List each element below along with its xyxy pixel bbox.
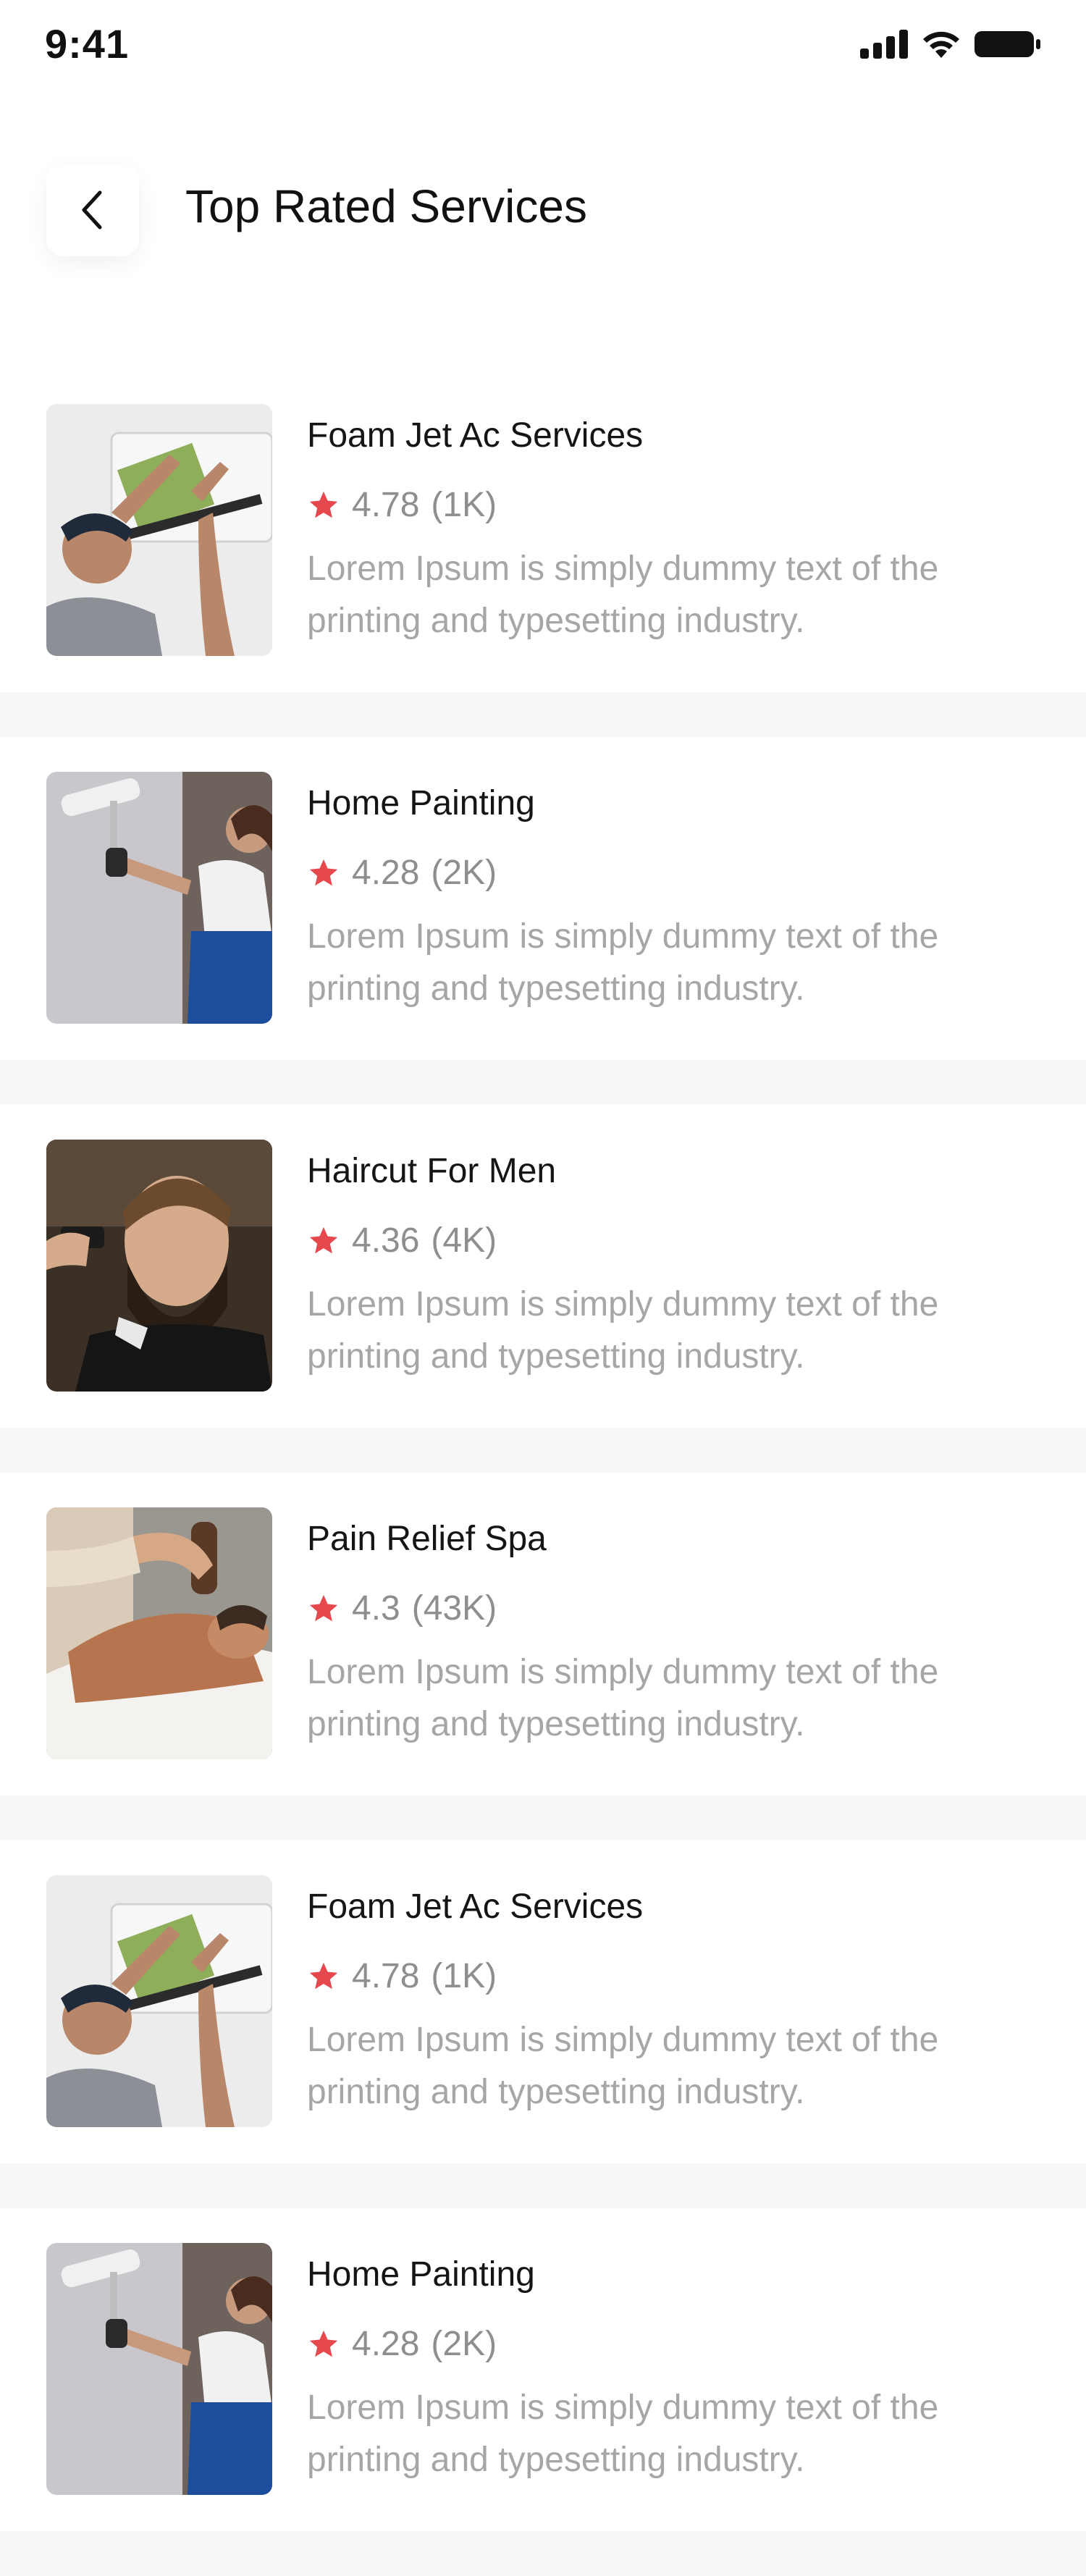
service-description: Lorem Ipsum is simply dummy text of the … (307, 1285, 939, 1376)
service-list: Foam Jet Ac Services 4.78 (1K) Lorem Ips… (0, 369, 1086, 2576)
status-time: 9:41 (45, 21, 130, 67)
rating-count: (43K) (411, 1589, 497, 1628)
service-image-ac-technician (46, 1875, 272, 2127)
service-image-massage-spa (46, 1507, 272, 1759)
service-image-painter-woman (46, 772, 272, 1024)
star-icon (309, 1962, 338, 1989)
rating-value: 4.78 (352, 486, 420, 524)
rating-value: 4.3 (352, 1589, 400, 1628)
rating-row: 4.78 (1K) (307, 485, 497, 525)
service-description: Lorem Ipsum is simply dummy text of the … (307, 550, 939, 640)
rating-value: 4.78 (352, 1957, 420, 1995)
service-image-painter-woman (46, 2243, 272, 2495)
service-card[interactable]: Pain Relief Spa 4.3 (43K) Lorem Ipsum is… (0, 1473, 1086, 1796)
back-button[interactable] (46, 164, 139, 256)
page-title: Top Rated Services (185, 180, 587, 232)
service-title: Foam Jet Ac Services (307, 1887, 644, 1926)
battery-icon (975, 31, 1040, 57)
service-title: Foam Jet Ac Services (307, 416, 644, 455)
page-header: Top Rated Services (0, 94, 1086, 369)
service-title: Home Painting (307, 2255, 535, 2294)
chevron-left-icon (82, 190, 102, 230)
rating-row: 4.28 (2K) (307, 853, 497, 893)
rating-count: (1K) (431, 1957, 497, 1995)
rating-row: 4.36 (4K) (307, 1221, 497, 1260)
service-description: Lorem Ipsum is simply dummy text of the … (307, 2388, 939, 2479)
service-title: Home Painting (307, 784, 535, 822)
service-title: Pain Relief Spa (307, 1520, 547, 1558)
service-card[interactable]: Home Painting 4.28 (2K) Lorem Ipsum is s… (0, 2208, 1086, 2531)
star-icon (309, 1226, 338, 1253)
status-icons (860, 29, 1041, 59)
star-icon (309, 859, 338, 885)
service-description: Lorem Ipsum is simply dummy text of the … (307, 2021, 939, 2111)
wifi-icon (923, 31, 959, 58)
rating-row: 4.3 (43K) (307, 1588, 497, 1628)
rating-count: (2K) (431, 854, 497, 892)
rating-value: 4.28 (352, 2325, 420, 2363)
star-icon (309, 2330, 338, 2357)
service-card[interactable]: Foam Jet Ac Services 4.78 (1K) Lorem Ips… (0, 1840, 1086, 2163)
service-card[interactable]: Home Painting 4.28 (2K) Lorem Ipsum is s… (0, 737, 1086, 1060)
star-icon (309, 491, 338, 518)
signal-icon (860, 30, 908, 59)
service-image-ac-technician (46, 404, 272, 656)
rating-count: (2K) (431, 2325, 497, 2363)
status-bar: 9:41 (0, 0, 1086, 94)
service-image-bearded-man-haircut (46, 1140, 272, 1392)
service-description: Lorem Ipsum is simply dummy text of the … (307, 1653, 939, 1743)
rating-count: (4K) (431, 1221, 497, 1260)
service-title: Haircut For Men (307, 1152, 557, 1190)
rating-count: (1K) (431, 486, 497, 524)
rating-value: 4.36 (352, 1221, 420, 1260)
service-card[interactable]: Haircut For Men 4.36 (4K) Lorem Ipsum is… (0, 1105, 1086, 1428)
rating-row: 4.28 (2K) (307, 2324, 497, 2364)
rating-value: 4.28 (352, 854, 420, 892)
service-card[interactable]: Foam Jet Ac Services 4.78 (1K) Lorem Ips… (0, 369, 1086, 692)
rating-row: 4.78 (1K) (307, 1956, 497, 1996)
star-icon (309, 1594, 338, 1621)
service-description: Lorem Ipsum is simply dummy text of the … (307, 917, 939, 1008)
